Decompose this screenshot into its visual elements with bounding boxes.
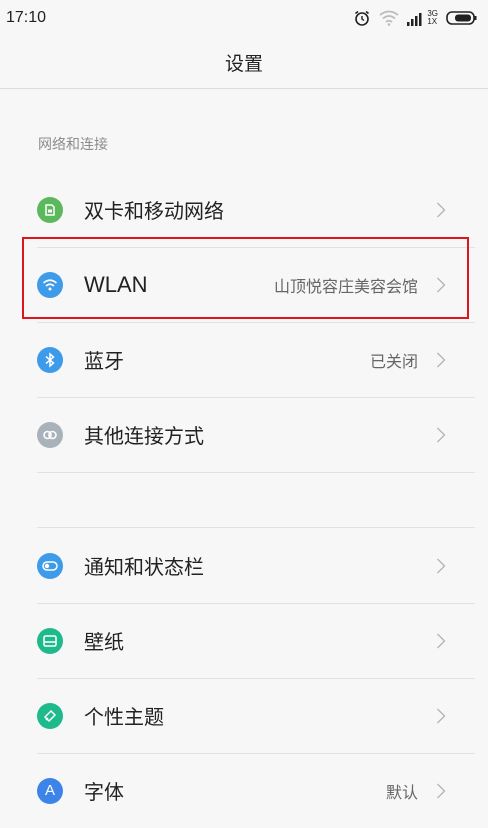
battery-icon: [446, 11, 478, 25]
bluetooth-icon: [37, 346, 63, 373]
chevron-right-icon: [437, 277, 446, 292]
toggle-icon: [37, 552, 63, 579]
settings-item-wallpaper[interactable]: 壁纸: [0, 603, 488, 678]
settings-item-value: 已关闭: [369, 351, 418, 371]
settings-item-label: 壁纸: [84, 630, 124, 654]
sim-card-icon: [37, 196, 63, 223]
font-icon: A: [37, 777, 63, 804]
settings-item-label: 个性主题: [84, 705, 164, 729]
sim-type-label: 1X: [427, 17, 438, 26]
chevron-right-icon: [437, 558, 446, 573]
settings-item-other-connections[interactable]: 其他连接方式: [0, 397, 488, 472]
signal-icon: 3G 1X: [407, 10, 438, 26]
status-bar: 17:10 3G 1X: [0, 0, 488, 36]
settings-item-value: 山顶悦容庄美容会馆: [273, 276, 418, 296]
settings-item-wlan[interactable]: WLAN 山顶悦容庄美容会馆: [0, 247, 488, 322]
settings-item-label: 通知和状态栏: [84, 555, 204, 579]
alarm-icon: [353, 9, 371, 27]
chevron-right-icon: [437, 427, 446, 442]
page-title-bar: 设置: [0, 36, 488, 89]
wifi-status-icon: [379, 10, 399, 26]
settings-item-label: 双卡和移动网络: [84, 199, 224, 223]
link-icon: [37, 421, 63, 448]
settings-item-label: 字体: [84, 780, 124, 804]
wallpaper-icon: [37, 627, 63, 654]
settings-item-bluetooth[interactable]: 蓝牙 已关闭: [0, 322, 488, 397]
wifi-icon: [37, 271, 63, 298]
settings-item-dual-sim[interactable]: 双卡和移动网络: [0, 172, 488, 247]
chevron-right-icon: [437, 633, 446, 648]
chevron-right-icon: [437, 202, 446, 217]
settings-item-themes[interactable]: 个性主题: [0, 678, 488, 753]
divider: [37, 472, 475, 473]
page-title: 设置: [224, 52, 263, 75]
settings-item-label: 其他连接方式: [84, 424, 204, 448]
settings-item-label: WLAN: [84, 271, 148, 297]
chevron-right-icon: [437, 783, 446, 798]
chevron-right-icon: [437, 708, 446, 723]
status-icons: 3G 1X: [353, 9, 478, 27]
settings-item-value: 默认: [385, 782, 418, 802]
chevron-right-icon: [437, 352, 446, 367]
settings-item-notifications[interactable]: 通知和状态栏: [0, 528, 488, 603]
section-header-network: 网络和连接: [38, 137, 108, 153]
status-time: 17:10: [6, 9, 47, 26]
theme-brush-icon: [37, 702, 63, 729]
settings-item-label: 蓝牙: [84, 349, 124, 373]
